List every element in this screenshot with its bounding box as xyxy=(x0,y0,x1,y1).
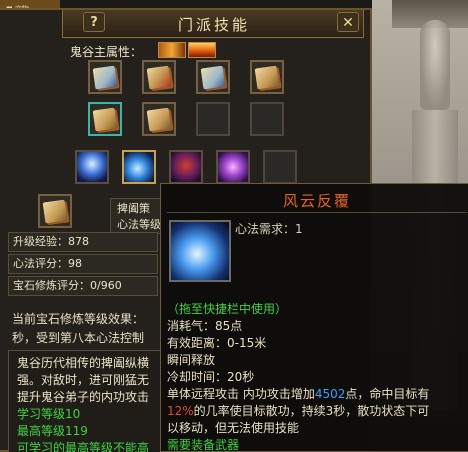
desc-line-3: 提升鬼谷弟子的内功攻击 xyxy=(17,390,150,404)
gem-row: 宝石修炼评分：0/960 xyxy=(8,276,158,296)
main-attribute-label: 鬼谷主属性： xyxy=(70,45,143,59)
tooltip-effect-line-2: 12%的几率使目标散功，持续3秒，散功状态下可 xyxy=(167,403,468,420)
technique-slot-4[interactable] xyxy=(250,60,284,94)
tooltip-effect-line-3: 以移动，但无法使用技能 xyxy=(167,421,300,435)
desc-line-2: 强。对敌时，进可刚猛无 xyxy=(17,373,150,387)
tooltip-title: 风云反覆 xyxy=(282,192,351,210)
desc-line-5: 最高等级119 xyxy=(17,424,88,438)
technique-slot-3[interactable] xyxy=(196,60,230,94)
technique-name: 捭阖策 xyxy=(117,202,150,215)
technique-slot-2[interactable] xyxy=(142,60,176,94)
tooltip-range: 有效距离：0-15米 xyxy=(167,336,267,350)
attribute-icons xyxy=(158,42,218,58)
effect-value: 4502 xyxy=(314,387,346,401)
book-icon xyxy=(146,107,172,132)
gold-element-icon xyxy=(158,42,186,58)
book-icon xyxy=(200,65,226,90)
exp-label: 升级经验： xyxy=(13,235,68,248)
exp-row: 升级经验：878 xyxy=(8,232,158,252)
score-value: 98 xyxy=(68,257,82,270)
statue xyxy=(420,20,450,110)
exp-value: 878 xyxy=(68,235,89,248)
selected-technique-info: 捭阖策 心法等级 xyxy=(110,198,162,234)
tooltip-divider xyxy=(167,212,467,213)
skill-slot-empty[interactable] xyxy=(263,150,297,184)
book-icon xyxy=(92,65,118,90)
technique-slot-5[interactable] xyxy=(88,102,122,136)
chance-value: 12% xyxy=(167,404,194,418)
violet-burst-skill-icon[interactable] xyxy=(216,150,250,184)
technique-slot-1[interactable] xyxy=(88,60,122,94)
technique-level: 心法等级 xyxy=(117,218,161,231)
book-icon xyxy=(254,65,280,90)
tooltip-cooldown: 冷却时间：20秒 xyxy=(167,370,255,384)
desc-line-4: 学习等级10 xyxy=(17,407,81,421)
skill-tooltip: 风云反覆 心法需求：1 （拖至快捷栏中使用） 消耗气：85点 有效距离：0-15… xyxy=(160,183,468,452)
gem-effect-line-2: 秒，受到第八本心法控制 xyxy=(12,331,145,345)
tooltip-body: （拖至快捷栏中使用） 消耗气：85点 有效距离：0-15米 瞬间释放 冷却时间：… xyxy=(167,301,468,452)
fire-element-icon xyxy=(188,42,216,58)
effect-suffix: 点，命中目标有 xyxy=(345,387,430,401)
gem-effect-text: 当前宝石修炼等级效果： 秒，受到第八本心法控制 xyxy=(12,310,162,348)
tooltip-mana-cost: 消耗气：85点 xyxy=(167,319,243,333)
tooltip-effect-line-1: 单体远程攻击 内功攻击增加4502点，命中目标有 xyxy=(167,386,468,403)
ice-aura-skill-icon[interactable] xyxy=(75,150,109,184)
window-title: 门派技能 xyxy=(177,16,250,34)
gem-effect-line-1: 当前宝石修炼等级效果： xyxy=(12,312,145,326)
crimson-demon-skill-icon[interactable] xyxy=(169,150,203,184)
tooltip-requirement: 心法需求：1 xyxy=(235,222,303,236)
desc-line-6: 可学习的最高等级不能高 xyxy=(17,441,150,452)
technique-slot-7-empty[interactable] xyxy=(196,102,230,136)
book-icon xyxy=(146,65,172,90)
score-row: 心法评分：98 xyxy=(8,254,158,274)
chance-suffix: 的几率使目标散功，持续3秒，散功状态下可 xyxy=(193,404,430,418)
gem-label: 宝石修炼评分： xyxy=(13,279,90,292)
technique-description: 鬼谷历代相传的捭阖纵横 强。对敌时，进可刚猛无 提升鬼谷弟子的内功攻击 学习等级… xyxy=(8,350,164,452)
corner-tab[interactable]: ■ 宠物 xyxy=(0,0,60,13)
tooltip-cast: 瞬间释放 xyxy=(167,353,216,367)
tooltip-hint: （拖至快捷栏中使用） xyxy=(167,302,288,316)
palm-strike-skill-icon[interactable] xyxy=(122,150,156,184)
desc-line-1: 鬼谷历代相传的捭阖纵横 xyxy=(17,356,150,370)
technique-slot-8-empty[interactable] xyxy=(250,102,284,136)
gem-value: 0/960 xyxy=(90,279,122,292)
window-titlebar[interactable]: ? 门派技能 ✕ xyxy=(62,10,364,38)
book-icon xyxy=(42,199,68,224)
tooltip-weapon-requirement: 需要装备武器 xyxy=(167,438,240,452)
selected-technique-icon[interactable] xyxy=(38,194,72,228)
technique-slot-6[interactable] xyxy=(142,102,176,136)
book-icon xyxy=(92,107,118,132)
palm-strike-skill-icon xyxy=(169,220,231,282)
close-button[interactable]: ✕ xyxy=(337,12,359,32)
score-label: 心法评分： xyxy=(13,257,68,270)
effect-prefix: 单体远程攻击 内功攻击增加 xyxy=(167,387,315,401)
